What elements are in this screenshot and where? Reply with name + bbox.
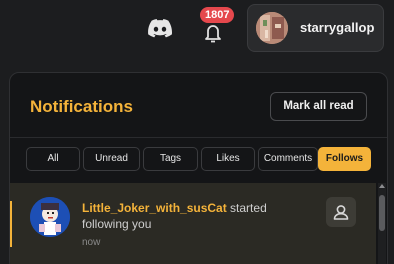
notification-username[interactable]: Little_Joker_with_susCat bbox=[82, 201, 227, 215]
notification-avatar[interactable] bbox=[30, 197, 70, 237]
notification-item[interactable]: Little_Joker_with_susCat started followi… bbox=[10, 183, 376, 264]
discord-button[interactable] bbox=[145, 14, 175, 42]
user-menu-button[interactable]: starrygallop bbox=[247, 4, 384, 52]
tab-tags[interactable]: Tags bbox=[143, 147, 198, 171]
tab-follows[interactable]: Follows bbox=[318, 147, 371, 171]
tab-comments[interactable]: Comments bbox=[258, 147, 318, 171]
notification-time: now bbox=[82, 237, 101, 248]
divider bbox=[10, 137, 387, 138]
notification-message: Little_Joker_with_susCat started followi… bbox=[82, 200, 322, 232]
bell-icon bbox=[205, 25, 221, 43]
tab-likes[interactable]: Likes bbox=[201, 147, 255, 171]
username: starrygallop bbox=[300, 20, 375, 35]
notifications-panel: Notifications Mark all read All Unread T… bbox=[9, 72, 388, 264]
notification-count-badge: 1807 bbox=[200, 7, 235, 23]
notification-action-end: following you bbox=[82, 217, 152, 231]
unread-indicator bbox=[10, 201, 12, 247]
scroll-thumb[interactable] bbox=[379, 195, 385, 231]
notifications-button[interactable]: 1807 bbox=[196, 7, 235, 46]
user-profile-icon bbox=[333, 205, 349, 220]
scroll-up-arrow[interactable] bbox=[379, 184, 385, 188]
page: 1807 starrygallop Notifications Mark all… bbox=[0, 0, 394, 264]
top-bar: 1807 starrygallop bbox=[0, 0, 394, 58]
tab-unread[interactable]: Unread bbox=[83, 147, 140, 171]
notification-action-start: started bbox=[226, 201, 267, 215]
mark-all-read-button[interactable]: Mark all read bbox=[270, 92, 367, 121]
discord-icon bbox=[148, 18, 172, 37]
view-profile-button[interactable] bbox=[326, 197, 356, 227]
tab-all[interactable]: All bbox=[26, 147, 80, 171]
avatar bbox=[256, 12, 288, 44]
notification-list: Little_Joker_with_susCat started followi… bbox=[10, 183, 387, 264]
scrollbar[interactable] bbox=[378, 183, 386, 264]
panel-title: Notifications bbox=[30, 97, 133, 116]
